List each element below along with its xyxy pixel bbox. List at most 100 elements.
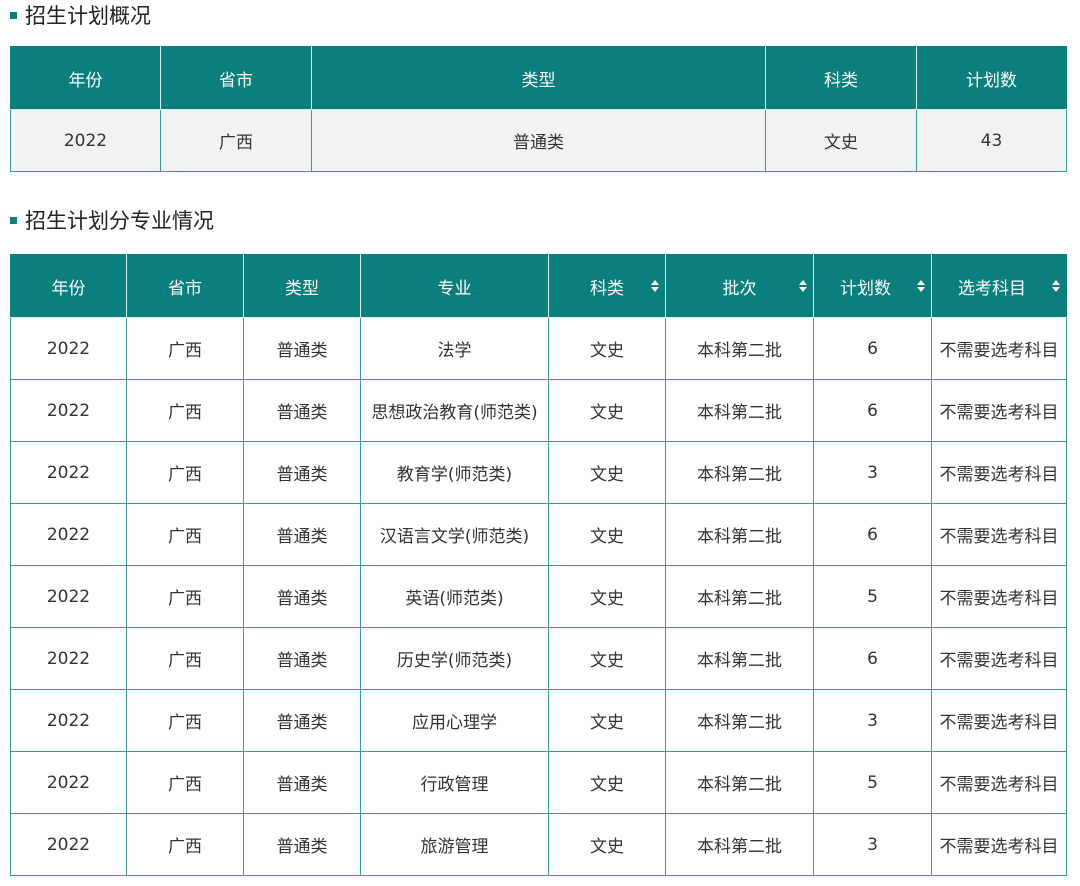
cell-type: 普通类 <box>243 565 361 628</box>
sort-icon[interactable] <box>1052 279 1060 293</box>
plan-by-major-table: 年份 省市 类型 专业 科类 批次 计划数 选考科目 2022 广西 普通类 法学 文史… <box>10 254 1067 876</box>
cell-plan-count: 5 <box>813 751 932 814</box>
cell-province: 广西 <box>126 441 244 504</box>
cell-elective-subjects: 不需要选考科目 <box>931 689 1067 752</box>
sort-icon[interactable] <box>651 279 659 293</box>
cell-type: 普通类 <box>311 109 766 172</box>
col-header-major: 专业 <box>360 254 549 318</box>
table-row: 2022 广西 普通类 文史 43 <box>10 109 1067 172</box>
col-header-plan-count-sortable[interactable]: 计划数 <box>813 254 932 318</box>
cell-elective-subjects: 不需要选考科目 <box>931 565 1067 628</box>
cell-province: 广西 <box>126 317 244 380</box>
col-header-label: 计划数 <box>840 278 891 299</box>
cell-type: 普通类 <box>243 689 361 752</box>
col-header-label: 批次 <box>722 278 757 299</box>
cell-plan-count: 5 <box>813 565 932 628</box>
cell-batch: 本科第二批 <box>665 565 814 628</box>
cell-year: 2022 <box>10 627 127 690</box>
cell-batch: 本科第二批 <box>665 379 814 442</box>
cell-province: 广西 <box>126 565 244 628</box>
cell-province: 广西 <box>160 109 312 172</box>
cell-batch: 本科第二批 <box>665 813 814 876</box>
table-row: 2022 广西 普通类 旅游管理 文史 本科第二批 3 不需要选考科目 <box>10 813 1067 876</box>
cell-year: 2022 <box>10 813 127 876</box>
cell-major: 思想政治教育(师范类) <box>360 379 549 442</box>
cell-province: 广西 <box>126 689 244 752</box>
table-row: 2022 广西 普通类 法学 文史 本科第二批 6 不需要选考科目 <box>10 317 1067 380</box>
cell-province: 广西 <box>126 751 244 814</box>
cell-major: 历史学(师范类) <box>360 627 549 690</box>
cell-plan-count: 3 <box>813 813 932 876</box>
table-row: 2022 广西 普通类 教育学(师范类) 文史 本科第二批 3 不需要选考科目 <box>10 441 1067 504</box>
cell-elective-subjects: 不需要选考科目 <box>931 813 1067 876</box>
table-header-row: 年份 省市 类型 科类 计划数 <box>10 46 1067 110</box>
table-row: 2022 广西 普通类 思想政治教育(师范类) 文史 本科第二批 6 不需要选考科目 <box>10 379 1067 442</box>
cell-subject-category: 文史 <box>548 751 666 814</box>
cell-subject-category: 文史 <box>548 317 666 380</box>
cell-year: 2022 <box>10 689 127 752</box>
cell-major: 旅游管理 <box>360 813 549 876</box>
cell-type: 普通类 <box>243 751 361 814</box>
cell-year: 2022 <box>10 441 127 504</box>
cell-province: 广西 <box>126 503 244 566</box>
cell-plan-count: 3 <box>813 441 932 504</box>
cell-elective-subjects: 不需要选考科目 <box>931 317 1067 380</box>
table-row: 2022 广西 普通类 英语(师范类) 文史 本科第二批 5 不需要选考科目 <box>10 565 1067 628</box>
col-header-province: 省市 <box>126 254 244 318</box>
cell-elective-subjects: 不需要选考科目 <box>931 441 1067 504</box>
cell-plan-count: 6 <box>813 317 932 380</box>
cell-type: 普通类 <box>243 441 361 504</box>
col-header-elective-subjects-sortable[interactable]: 选考科目 <box>931 254 1067 318</box>
col-header-batch-sortable[interactable]: 批次 <box>665 254 814 318</box>
sort-icon[interactable] <box>917 279 925 293</box>
cell-elective-subjects: 不需要选考科目 <box>931 503 1067 566</box>
cell-major: 行政管理 <box>360 751 549 814</box>
bullet-icon <box>10 216 17 224</box>
cell-year: 2022 <box>10 109 161 172</box>
col-header-label: 科类 <box>590 278 624 299</box>
cell-batch: 本科第二批 <box>665 627 814 690</box>
cell-elective-subjects: 不需要选考科目 <box>931 627 1067 690</box>
cell-province: 广西 <box>126 627 244 690</box>
cell-batch: 本科第二批 <box>665 503 814 566</box>
col-header-subject-category-sortable[interactable]: 科类 <box>548 254 666 318</box>
cell-major: 教育学(师范类) <box>360 441 549 504</box>
cell-plan-count: 6 <box>813 627 932 690</box>
col-header-type: 类型 <box>243 254 361 318</box>
cell-subject-category: 文史 <box>548 627 666 690</box>
cell-plan-count: 6 <box>813 379 932 442</box>
cell-major: 法学 <box>360 317 549 380</box>
cell-subject-category: 文史 <box>548 813 666 876</box>
cell-type: 普通类 <box>243 379 361 442</box>
cell-major: 英语(师范类) <box>360 565 549 628</box>
section-title-text: 招生计划分专业情况 <box>25 209 214 233</box>
cell-batch: 本科第二批 <box>665 441 814 504</box>
cell-province: 广西 <box>126 813 244 876</box>
table-row: 2022 广西 普通类 应用心理学 文史 本科第二批 3 不需要选考科目 <box>10 689 1067 752</box>
plan-overview-table: 年份 省市 类型 科类 计划数 2022 广西 普通类 文史 43 <box>10 46 1067 172</box>
sort-icon[interactable] <box>799 279 807 293</box>
cell-elective-subjects: 不需要选考科目 <box>931 751 1067 814</box>
cell-subject-category: 文史 <box>548 379 666 442</box>
bullet-icon <box>10 11 17 19</box>
cell-year: 2022 <box>10 565 127 628</box>
section-title-text: 招生计划概况 <box>25 4 151 28</box>
cell-type: 普通类 <box>243 317 361 380</box>
cell-year: 2022 <box>10 751 127 814</box>
table-row: 2022 广西 普通类 行政管理 文史 本科第二批 5 不需要选考科目 <box>10 751 1067 814</box>
table-row: 2022 广西 普通类 历史学(师范类) 文史 本科第二批 6 不需要选考科目 <box>10 627 1067 690</box>
col-header-type: 类型 <box>311 46 766 110</box>
cell-subject-category: 文史 <box>765 109 917 172</box>
cell-plan-count: 3 <box>813 689 932 752</box>
section-title-plan-by-major: 招生计划分专业情况 <box>10 205 214 235</box>
cell-year: 2022 <box>10 503 127 566</box>
cell-province: 广西 <box>126 379 244 442</box>
cell-plan-count: 43 <box>916 109 1067 172</box>
cell-plan-count: 6 <box>813 503 932 566</box>
cell-type: 普通类 <box>243 813 361 876</box>
cell-elective-subjects: 不需要选考科目 <box>931 379 1067 442</box>
table-header-row: 年份 省市 类型 专业 科类 批次 计划数 选考科目 <box>10 254 1067 318</box>
col-header-year: 年份 <box>10 254 127 318</box>
cell-subject-category: 文史 <box>548 565 666 628</box>
cell-major: 应用心理学 <box>360 689 549 752</box>
